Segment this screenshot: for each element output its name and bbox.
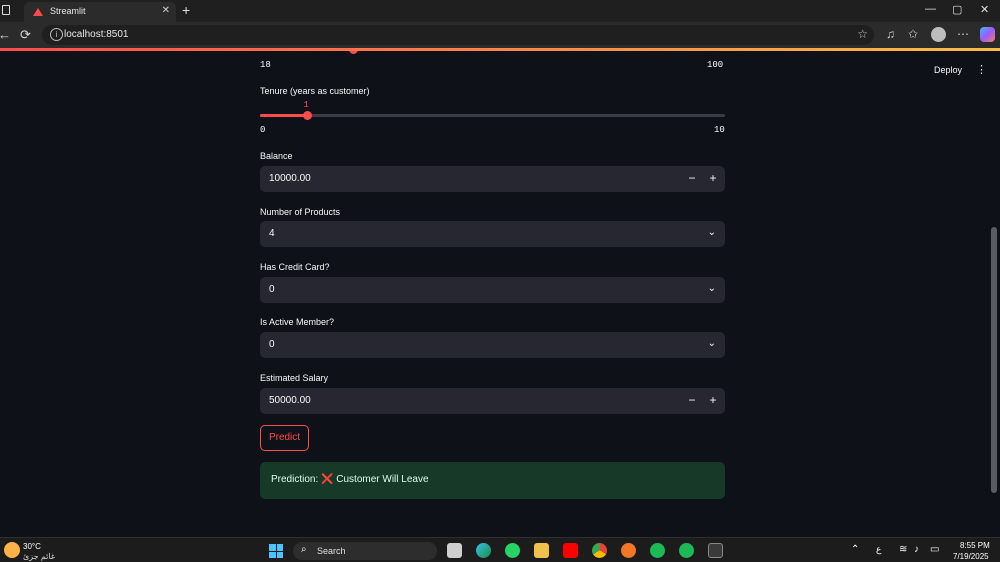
copilot-icon[interactable] bbox=[980, 27, 995, 42]
balance-label: Balance bbox=[260, 151, 293, 161]
prediction-outcome: Customer Will Leave bbox=[333, 474, 429, 485]
balance-input[interactable]: 10000.00 − + bbox=[260, 166, 725, 192]
youtube-icon[interactable] bbox=[563, 543, 578, 558]
num-products-value: 4 bbox=[269, 228, 275, 239]
windows-taskbar: 30°C غائم جزئ ⌕ Search ⌃ ع ≋ ♪ ▭ 8:55 PM… bbox=[0, 537, 1000, 562]
num-products-select[interactable]: 4 ⌄ bbox=[260, 221, 725, 247]
battery-icon[interactable]: ▭ bbox=[930, 544, 939, 555]
weather-icon[interactable] bbox=[4, 542, 20, 558]
terminal-icon[interactable] bbox=[708, 543, 723, 558]
task-view-icon[interactable] bbox=[447, 543, 462, 558]
is-active-member-label: Is Active Member? bbox=[260, 317, 335, 327]
back-icon[interactable]: ← bbox=[0, 27, 11, 42]
tenure-label: Tenure (years as customer) bbox=[260, 86, 370, 96]
streamlit-app: Deploy ⋮ 18 100 Tenure (years as custome… bbox=[0, 51, 1000, 537]
spotify-icon-2[interactable] bbox=[679, 543, 694, 558]
edge-icon[interactable] bbox=[476, 543, 491, 558]
jupyter-icon[interactable] bbox=[621, 543, 636, 558]
age-max-label: 100 bbox=[707, 60, 724, 70]
has-credit-card-value: 0 bbox=[269, 284, 275, 295]
estimated-salary-value[interactable]: 50000.00 bbox=[269, 395, 311, 406]
close-window-button[interactable]: ✕ bbox=[980, 3, 989, 16]
tab-close-icon[interactable]: ✕ bbox=[162, 5, 170, 16]
favorite-star-icon[interactable]: ☆ bbox=[857, 27, 868, 41]
age-slider-thumb[interactable] bbox=[349, 51, 358, 54]
maximize-button[interactable]: ▢ bbox=[952, 3, 962, 16]
read-aloud-icon[interactable]: ♫ bbox=[886, 27, 895, 41]
chevron-down-icon[interactable]: ⌄ bbox=[708, 338, 716, 349]
has-credit-card-label: Has Credit Card? bbox=[260, 262, 330, 272]
weather-desc[interactable]: غائم جزئ bbox=[23, 552, 55, 561]
predict-button[interactable]: Predict bbox=[260, 425, 309, 451]
weather-temp[interactable]: 30°C bbox=[23, 542, 41, 551]
tab-actions-menu-icon[interactable] bbox=[2, 5, 10, 15]
salary-decrement-button[interactable]: − bbox=[685, 393, 699, 407]
balance-decrement-button[interactable]: − bbox=[685, 171, 699, 185]
tray-overflow-icon[interactable]: ⌃ bbox=[851, 544, 859, 555]
tenure-max-label: 10 bbox=[714, 125, 725, 135]
age-min-label: 18 bbox=[260, 60, 271, 70]
chrome-icon[interactable] bbox=[592, 543, 607, 558]
main-menu-icon[interactable]: ⋮ bbox=[976, 63, 987, 76]
input-language-indicator[interactable]: ع bbox=[876, 544, 881, 555]
browser-tab-bar: Streamlit ✕ + — ▢ ✕ bbox=[0, 0, 1000, 22]
estimated-salary-input[interactable]: 50000.00 − + bbox=[260, 388, 725, 414]
file-explorer-icon[interactable] bbox=[534, 543, 549, 558]
is-active-member-select[interactable]: 0 ⌄ bbox=[260, 332, 725, 358]
tab-title: Streamlit bbox=[50, 6, 86, 16]
tenure-slider-track[interactable] bbox=[260, 114, 725, 117]
salary-increment-button[interactable]: + bbox=[706, 393, 720, 407]
tenure-slider-thumb[interactable] bbox=[302, 111, 312, 120]
windows-start-icon[interactable] bbox=[269, 544, 283, 558]
clock-date[interactable]: 7/19/2025 bbox=[953, 552, 989, 561]
is-active-member-value: 0 bbox=[269, 339, 275, 350]
favorites-icon[interactable]: ✩ bbox=[908, 27, 918, 41]
volume-icon[interactable]: ♪ bbox=[914, 544, 919, 555]
balance-increment-button[interactable]: + bbox=[706, 171, 720, 185]
whatsapp-icon[interactable] bbox=[505, 543, 520, 558]
minimize-button[interactable]: — bbox=[925, 3, 936, 15]
taskbar-search[interactable]: ⌕ Search bbox=[293, 542, 437, 560]
cross-mark-icon: ❌ bbox=[321, 474, 334, 485]
url-text[interactable]: localhost:8501 bbox=[64, 29, 129, 40]
more-options-icon[interactable]: ⋯ bbox=[957, 27, 969, 41]
chevron-down-icon[interactable]: ⌄ bbox=[708, 283, 716, 294]
balance-value[interactable]: 10000.00 bbox=[269, 173, 311, 184]
spotify-icon[interactable] bbox=[650, 543, 665, 558]
num-products-label: Number of Products bbox=[260, 207, 341, 217]
clock-time[interactable]: 8:55 PM bbox=[960, 541, 990, 550]
tenure-min-label: 0 bbox=[260, 125, 266, 135]
chevron-down-icon[interactable]: ⌄ bbox=[708, 227, 716, 238]
prediction-prefix: Prediction: bbox=[271, 474, 322, 485]
search-label: Search bbox=[317, 546, 346, 556]
tenure-value: 1 bbox=[303, 100, 309, 110]
streamlit-favicon-icon bbox=[33, 8, 43, 16]
tenure-slider-fill bbox=[260, 114, 307, 117]
prediction-result-text: Prediction: ❌ Customer Will Leave bbox=[271, 474, 429, 485]
deploy-button[interactable]: Deploy bbox=[934, 65, 962, 75]
address-bar[interactable]: i localhost:8501 ☆ bbox=[42, 25, 874, 45]
prediction-result-box: Prediction: ❌ Customer Will Leave bbox=[260, 462, 725, 499]
browser-toolbar: ← ⟳ i localhost:8501 ☆ ♫ ✩ ⋯ bbox=[0, 22, 1000, 48]
search-icon: ⌕ bbox=[301, 544, 307, 555]
page-scrollbar[interactable] bbox=[991, 227, 997, 493]
new-tab-button[interactable]: + bbox=[182, 2, 190, 18]
estimated-salary-label: Estimated Salary bbox=[260, 373, 329, 383]
reload-icon[interactable]: ⟳ bbox=[20, 27, 31, 43]
profile-avatar[interactable] bbox=[931, 27, 946, 42]
wifi-icon[interactable]: ≋ bbox=[899, 544, 907, 555]
has-credit-card-select[interactable]: 0 ⌄ bbox=[260, 277, 725, 303]
browser-tab[interactable]: Streamlit ✕ bbox=[24, 2, 176, 22]
site-info-icon[interactable]: i bbox=[50, 28, 63, 41]
